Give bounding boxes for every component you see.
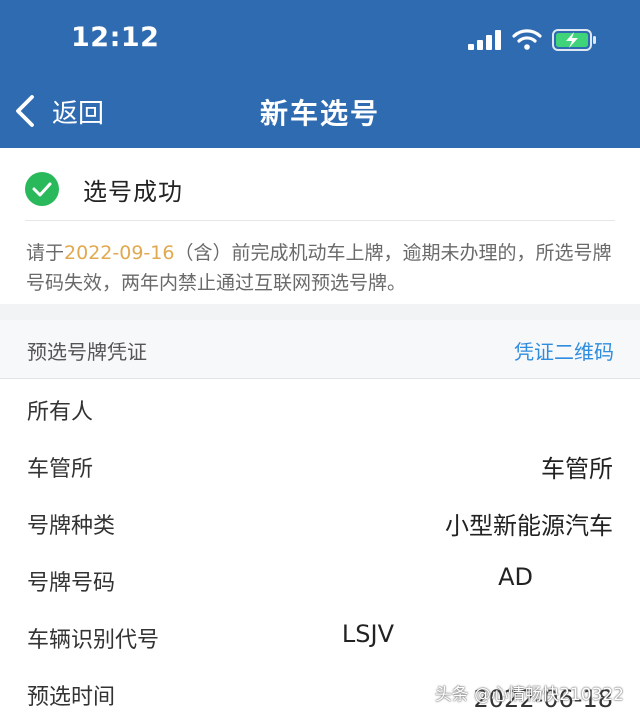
notice-prefix: 请于 <box>26 242 65 264</box>
row-value: AD <box>498 563 533 591</box>
row-label: 号牌号码 <box>27 571 116 596</box>
row-label: 预选时间 <box>27 685 116 710</box>
success-banner: 选号成功 <box>25 158 615 221</box>
app-header: 12:12 返回 新车选号 <box>0 0 640 148</box>
page-title: 新车选号 <box>259 97 380 130</box>
info-row-plate-type: 号牌种类 小型新能源汽车 <box>0 494 640 551</box>
qr-code-link[interactable]: 凭证二维码 <box>514 336 614 365</box>
info-row-owner: 所有人 <box>0 380 640 437</box>
row-label: 车辆识别代号 <box>27 628 160 653</box>
info-row-vin: 车辆识别代号 LSJV <box>0 608 640 665</box>
status-time: 12:12 <box>71 22 160 53</box>
check-icon <box>25 172 59 206</box>
row-label: 所有人 <box>27 400 94 425</box>
signal-icon <box>468 30 501 50</box>
voucher-title: 预选号牌凭证 <box>27 340 147 364</box>
notice-date: 2022-09-16 <box>64 242 175 264</box>
row-value: 小型新能源汽车 <box>445 512 613 540</box>
deadline-notice: 请于2022-09-16（含）前完成机动车上牌，逾期未办理的，所选号牌号码失效，… <box>26 238 618 298</box>
row-value: 车管所 <box>541 455 613 483</box>
success-text: 选号成功 <box>83 177 183 206</box>
wifi-icon <box>512 29 542 50</box>
voucher-header: 预选号牌凭证 凭证二维码 <box>0 320 640 379</box>
section-divider <box>0 304 640 320</box>
row-label: 号牌种类 <box>27 514 116 539</box>
battery-charging-icon <box>552 29 596 51</box>
watermark: 头条 @心情畅快210322 <box>434 685 624 705</box>
info-row-vehicle-office: 车管所 车管所 <box>0 437 640 494</box>
info-row-plate-number: 号牌号码 AD <box>0 551 640 608</box>
row-label: 车管所 <box>27 457 94 482</box>
row-value: LSJV <box>341 620 394 648</box>
